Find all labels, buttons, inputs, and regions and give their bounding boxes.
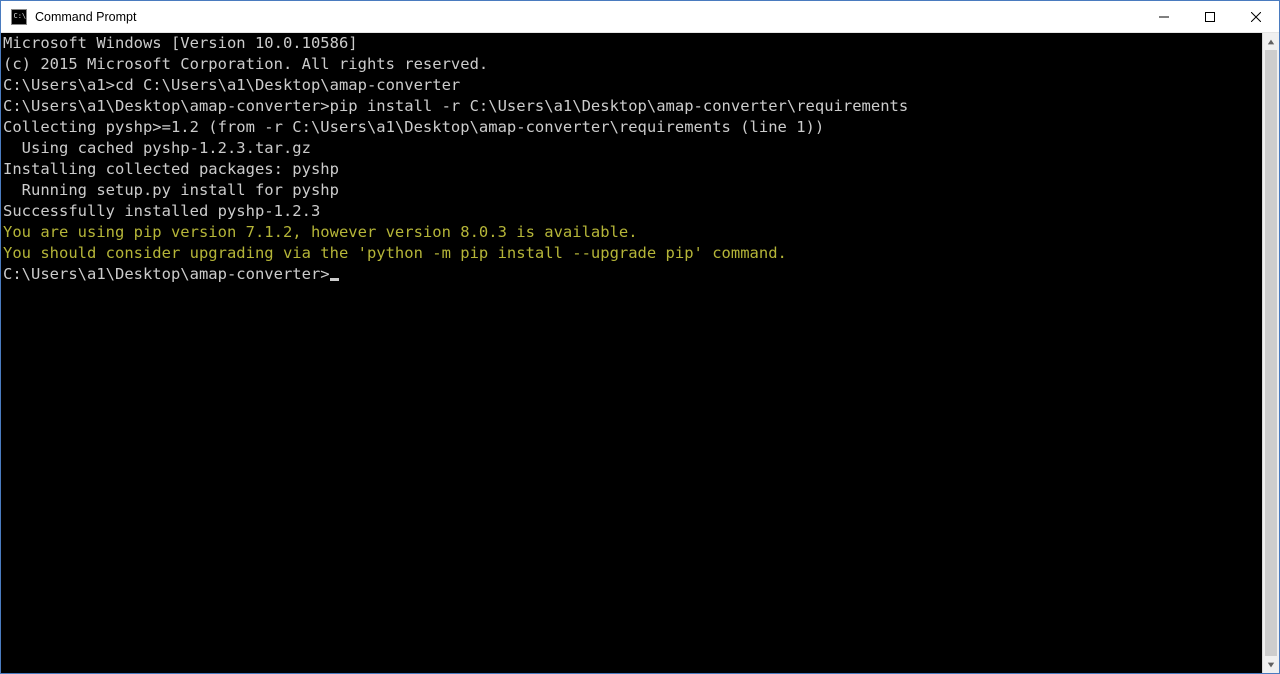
terminal-line: C:\Users\a1\Desktop\amap-converter>pip i… [3, 96, 1260, 117]
cursor-icon [330, 278, 339, 281]
maximize-button[interactable] [1187, 1, 1233, 33]
window-title: Command Prompt [35, 10, 136, 24]
terminal-output[interactable]: Microsoft Windows [Version 10.0.10586](c… [1, 33, 1262, 673]
terminal-line: Microsoft Windows [Version 10.0.10586] [3, 33, 1260, 54]
terminal-line: Collecting pyshp>=1.2 (from -r C:\Users\… [3, 117, 1260, 138]
close-button[interactable] [1233, 1, 1279, 33]
minimize-button[interactable] [1141, 1, 1187, 33]
command-prompt-window: C:\ Command Prompt Microsoft Windows [Ve… [0, 0, 1280, 674]
vertical-scrollbar[interactable] [1262, 33, 1279, 673]
terminal-line: Installing collected packages: pyshp [3, 159, 1260, 180]
terminal-line: Running setup.py install for pyshp [3, 180, 1260, 201]
titlebar[interactable]: C:\ Command Prompt [1, 1, 1279, 33]
terminal-prompt-line[interactable]: C:\Users\a1\Desktop\amap-converter> [3, 264, 1260, 285]
terminal-line: (c) 2015 Microsoft Corporation. All righ… [3, 54, 1260, 75]
scrollbar-track[interactable] [1263, 50, 1279, 656]
terminal-line: Successfully installed pyshp-1.2.3 [3, 201, 1260, 222]
terminal-line: Using cached pyshp-1.2.3.tar.gz [3, 138, 1260, 159]
cmd-icon: C:\ [11, 9, 27, 25]
terminal-line: You should consider upgrading via the 'p… [3, 243, 1260, 264]
terminal-line: You are using pip version 7.1.2, however… [3, 222, 1260, 243]
scroll-up-icon[interactable] [1263, 33, 1279, 50]
client-area: Microsoft Windows [Version 10.0.10586](c… [1, 33, 1279, 673]
terminal-prompt: C:\Users\a1\Desktop\amap-converter> [3, 265, 330, 283]
svg-text:C:\: C:\ [14, 12, 27, 20]
scrollbar-thumb[interactable] [1265, 50, 1277, 656]
terminal-line: C:\Users\a1>cd C:\Users\a1\Desktop\amap-… [3, 75, 1260, 96]
scroll-down-icon[interactable] [1263, 656, 1279, 673]
